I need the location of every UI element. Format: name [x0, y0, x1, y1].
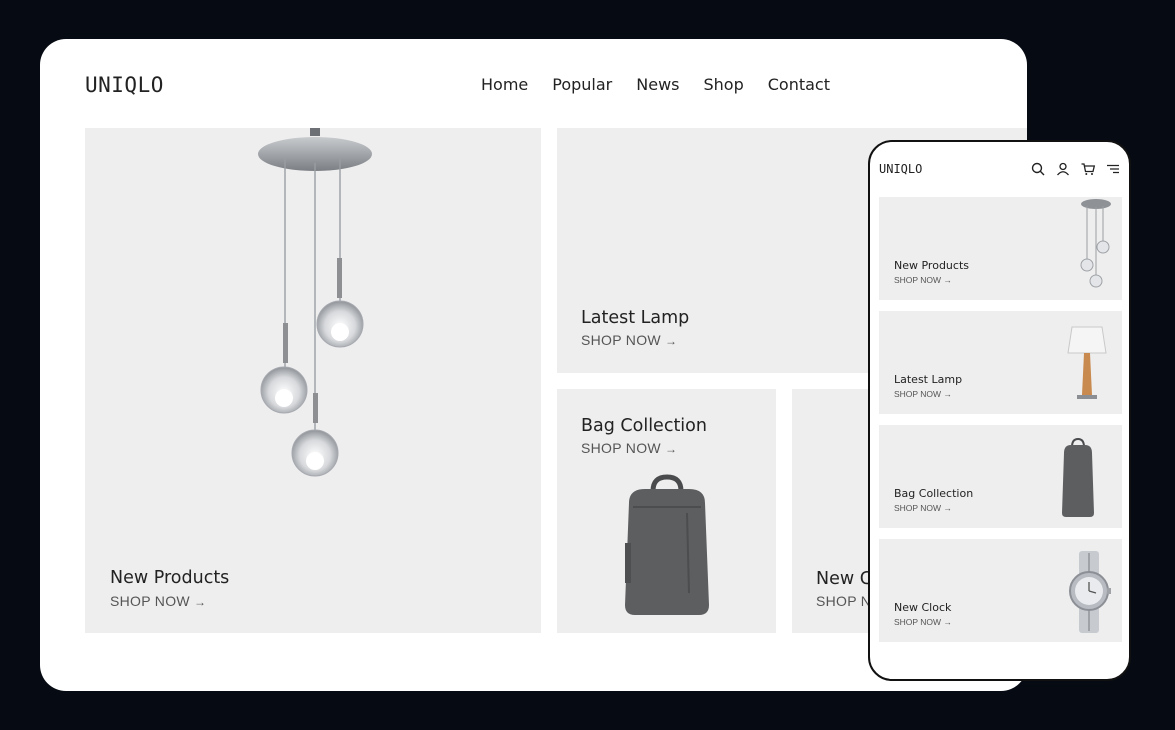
nav-contact[interactable]: Contact	[768, 75, 830, 94]
shop-now-link[interactable]: SHOP NOW →	[894, 275, 952, 285]
brand-logo[interactable]: UNIQLO	[879, 162, 922, 176]
main-nav: Home Popular News Shop Contact	[481, 75, 854, 94]
shop-now-label: SHOP NOW	[894, 503, 942, 513]
backpack-image	[1062, 437, 1094, 517]
shop-now-label: SHOP NOW	[110, 593, 190, 609]
tile-title: Bag Collection	[581, 416, 707, 436]
shop-now-label: SHOP NOW	[894, 389, 942, 399]
tile-new-products[interactable]: New Products SHOP NOW →	[85, 128, 541, 633]
table-lamp-image	[1067, 326, 1107, 399]
arrow-right-icon: →	[943, 275, 952, 285]
tile-bag-collection[interactable]: Bag Collection SHOP NOW →	[557, 389, 776, 633]
mobile-preview: UNIQLO New Products SHOP NOW → Latest La…	[868, 140, 1131, 681]
watch-image	[1069, 551, 1111, 633]
nav-popular[interactable]: Popular	[552, 75, 612, 94]
cart-icon[interactable]	[1080, 161, 1096, 177]
shop-now-link[interactable]: SHOP NOW→	[581, 440, 677, 456]
user-icon[interactable]	[1055, 161, 1071, 177]
mobile-tile-new-products[interactable]: New Products SHOP NOW →	[879, 197, 1122, 300]
shop-now-link[interactable]: SHOP NOW →	[894, 503, 952, 513]
tile-title: Latest Lamp	[581, 308, 690, 328]
arrow-right-icon: →	[193, 595, 207, 609]
nav-news[interactable]: News	[636, 75, 679, 94]
shop-now-label: SHOP NOW	[581, 332, 661, 348]
shop-now-link[interactable]: SHOP NOW→	[110, 593, 206, 609]
shop-now-label: SHOP NOW	[894, 275, 942, 285]
tile-title: New Products	[110, 568, 230, 588]
nav-shop[interactable]: Shop	[703, 75, 743, 94]
pendant-lamp-image	[1080, 199, 1111, 288]
tile-title: Latest Lamp	[894, 373, 963, 386]
search-icon[interactable]	[1030, 161, 1046, 177]
shop-now-label: SHOP NOW	[581, 440, 661, 456]
shop-now-label: SHOP NOW	[894, 617, 942, 627]
mobile-tile-latest-lamp[interactable]: Latest Lamp SHOP NOW →	[879, 311, 1122, 414]
shop-now-link[interactable]: SHOP NOW→	[581, 332, 677, 348]
header-icons	[1030, 161, 1121, 177]
shop-now-link[interactable]: SHOP NOW →	[894, 617, 952, 627]
backpack-image	[625, 474, 709, 615]
arrow-right-icon: →	[664, 334, 678, 348]
pendant-lamp-image	[258, 128, 372, 477]
tile-title: New Clock	[894, 601, 952, 614]
arrow-right-icon: →	[943, 617, 952, 627]
arrow-right-icon: →	[943, 503, 952, 513]
menu-icon[interactable]	[1105, 161, 1121, 177]
mobile-tile-new-clock[interactable]: New Clock SHOP NOW →	[879, 539, 1122, 642]
shop-now-link[interactable]: SHOP NOW →	[894, 389, 952, 399]
tile-title: New Products	[894, 259, 969, 272]
brand-logo[interactable]: UNIQLO	[85, 73, 164, 97]
mobile-tile-bag-collection[interactable]: Bag Collection SHOP NOW →	[879, 425, 1122, 528]
arrow-right-icon: →	[664, 442, 678, 456]
tile-title: Bag Collection	[894, 487, 974, 500]
arrow-right-icon: →	[943, 389, 952, 399]
nav-home[interactable]: Home	[481, 75, 528, 94]
